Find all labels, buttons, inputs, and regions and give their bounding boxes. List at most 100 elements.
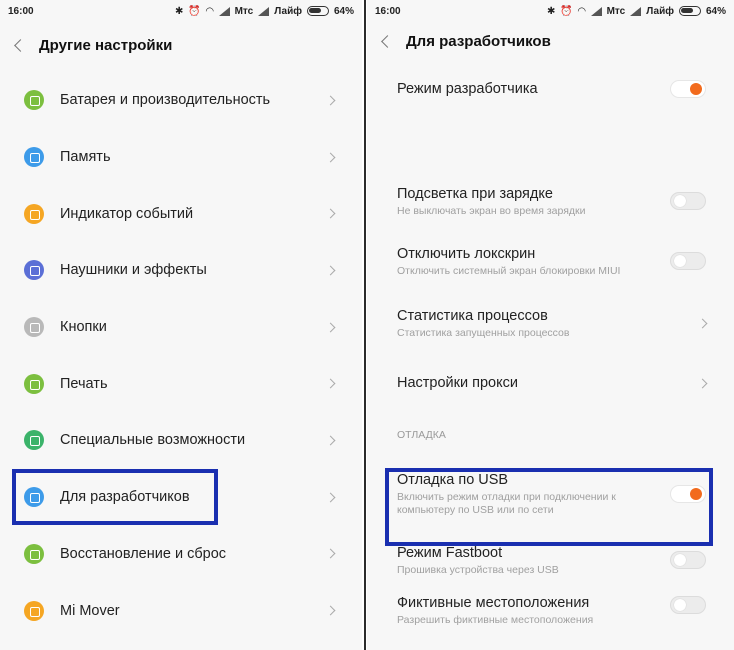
accessibility-icon [24,430,44,451]
highlight-frame-developer [12,469,218,525]
page-title: Другие настройки [39,36,173,54]
setting-subtitle: Статистика запущенных процессов [397,326,570,339]
menu-item-event-indicator[interactable]: Индикатор событий [0,185,362,242]
wifi-icon: ◠ [577,5,586,17]
menu-item-mi-mover[interactable]: Mi Mover [0,582,362,639]
backup-icon [24,543,44,564]
alarm-icon: ⏰ [188,5,201,17]
chevron-right-icon [325,265,336,276]
alarm-icon: ⏰ [560,5,573,17]
setting-charge-light[interactable]: Подсветка при зарядке Не выключать экран… [397,174,706,228]
setting-subtitle: Прошивка устройства через USB [397,563,559,576]
toggle-knob [690,83,702,95]
bluetooth-icon: ✱ [175,5,184,17]
back-arrow-icon[interactable] [14,38,27,52]
battery-icon [24,90,44,111]
screens: 16:00 ✱ ⏰ ◠ Мтс Лайф 64% Другие настройк… [0,0,734,650]
signal-icon [218,6,230,16]
developer-settings-list: Режим разработчика Подсветка при зарядке… [367,60,734,644]
setting-subtitle: Отключить системный экран блокировки MIU… [397,264,621,277]
other-settings-screen: 16:00 ✱ ⏰ ◠ Мтс Лайф 64% Другие настройк… [0,0,362,650]
setting-title: Подсветка при зарядке [397,185,553,202]
status-bar: 16:00 ✱ ⏰ ◠ Мтс Лайф 64% [367,0,734,22]
buttons-icon [24,317,44,338]
carrier-2: Лайф [646,5,674,17]
setting-text: Отключить локскрин Отключить системный э… [397,245,660,278]
notification-light-icon [24,203,44,224]
setting-title: Режим Fastboot [397,544,503,561]
menu-item-label: Память [60,149,111,166]
setting-title: Настройки прокси [397,375,518,391]
menu-item-label: Mi Mover [60,602,120,619]
chevron-right-icon [325,605,336,616]
chevron-right-icon [325,322,336,333]
setting-developer-mode[interactable]: Режим разработчика [397,60,706,118]
menu-item-battery[interactable]: Батарея и производительность [0,72,362,129]
section-label: ОТЛАДКА [397,429,446,441]
menu-item-headphones[interactable]: Наушники и эффекты [0,242,362,299]
title-bar: Другие настройки [0,22,362,68]
menu-item-accessibility[interactable]: Специальные возможности [0,412,362,469]
storage-icon [24,147,44,168]
mock-location-toggle[interactable] [670,596,706,614]
carrier-1: Мтс [234,5,254,17]
setting-text: Настройки прокси [397,374,699,392]
menu-item-label: Печать [60,375,108,392]
menu-item-backup-reset[interactable]: Восстановление и сброс [0,526,362,583]
setting-subtitle: Не выключать экран во время зарядки [397,204,586,217]
menu-item-buttons[interactable]: Кнопки [0,299,362,356]
carrier-2: Лайф [274,5,302,17]
setting-text: Режим Fastboot Прошивка устройства через… [397,544,660,577]
setting-text: Фиктивные местоположения Разрешить фикти… [397,594,660,627]
developer-options-screen: 16:00 ✱ ⏰ ◠ Мтс Лайф 64% Для разработчик… [367,0,734,650]
lockscreen-toggle[interactable] [670,252,706,270]
back-arrow-icon[interactable] [381,34,394,48]
menu-item-memory[interactable]: Память [0,129,362,186]
chevron-right-icon [325,378,336,389]
menu-item-label: Наушники и эффекты [60,262,207,279]
setting-proxy[interactable]: Настройки прокси [397,352,708,414]
menu-item-printing[interactable]: Печать [0,355,362,412]
chevron-right-icon [325,208,336,219]
highlight-frame-usb-debugging [385,468,713,546]
wifi-icon: ◠ [205,5,214,17]
battery-percent: 64% [705,5,726,17]
carrier-1: Мтс [606,5,626,17]
setting-process-stats[interactable]: Статистика процессов Статистика запущенн… [397,294,708,352]
battery-percent: 64% [333,5,354,17]
bluetooth-icon: ✱ [547,5,556,17]
toggle-knob [674,599,686,611]
battery-status-icon [306,6,329,16]
headphones-icon [24,260,44,281]
setting-title: Фиктивные местоположения [397,595,590,611]
fastboot-toggle[interactable] [670,551,706,569]
signal-icon [590,6,602,16]
setting-subtitle: Разрешить фиктивные местоположения [397,614,594,626]
signal-icon [630,6,642,16]
setting-mock-location[interactable]: Фиктивные местоположения Разрешить фикти… [397,588,706,644]
chevron-right-icon [697,318,708,328]
charge-light-toggle[interactable] [670,192,706,210]
status-time: 16:00 [375,5,401,17]
page-title: Для разработчиков [406,32,551,50]
setting-disable-lockscreen[interactable]: Отключить локскрин Отключить системный э… [397,228,706,294]
toggle-knob [674,554,686,566]
menu-item-label: Кнопки [60,319,107,336]
signal-icon [258,6,270,16]
section-header-debug: ОТЛАДКА [397,414,706,456]
title-bar: Для разработчиков [367,22,734,60]
menu-item-label: Восстановление и сброс [60,545,227,562]
developer-mode-toggle[interactable] [670,80,706,98]
setting-text: Подсветка при зарядке Не выключать экран… [397,185,660,218]
setting-title: Отключить локскрин [397,245,536,262]
status-time: 16:00 [8,5,34,17]
chevron-right-icon [325,548,336,559]
chevron-right-icon [697,378,708,388]
chevron-right-icon [325,435,336,446]
settings-menu-list: Батарея и производительность Память Инди… [0,68,362,639]
setting-text: Режим разработчика [397,80,660,98]
setting-title: Режим разработчика [397,81,538,97]
chevron-right-icon [325,492,336,503]
status-bar: 16:00 ✱ ⏰ ◠ Мтс Лайф 64% [0,0,362,22]
